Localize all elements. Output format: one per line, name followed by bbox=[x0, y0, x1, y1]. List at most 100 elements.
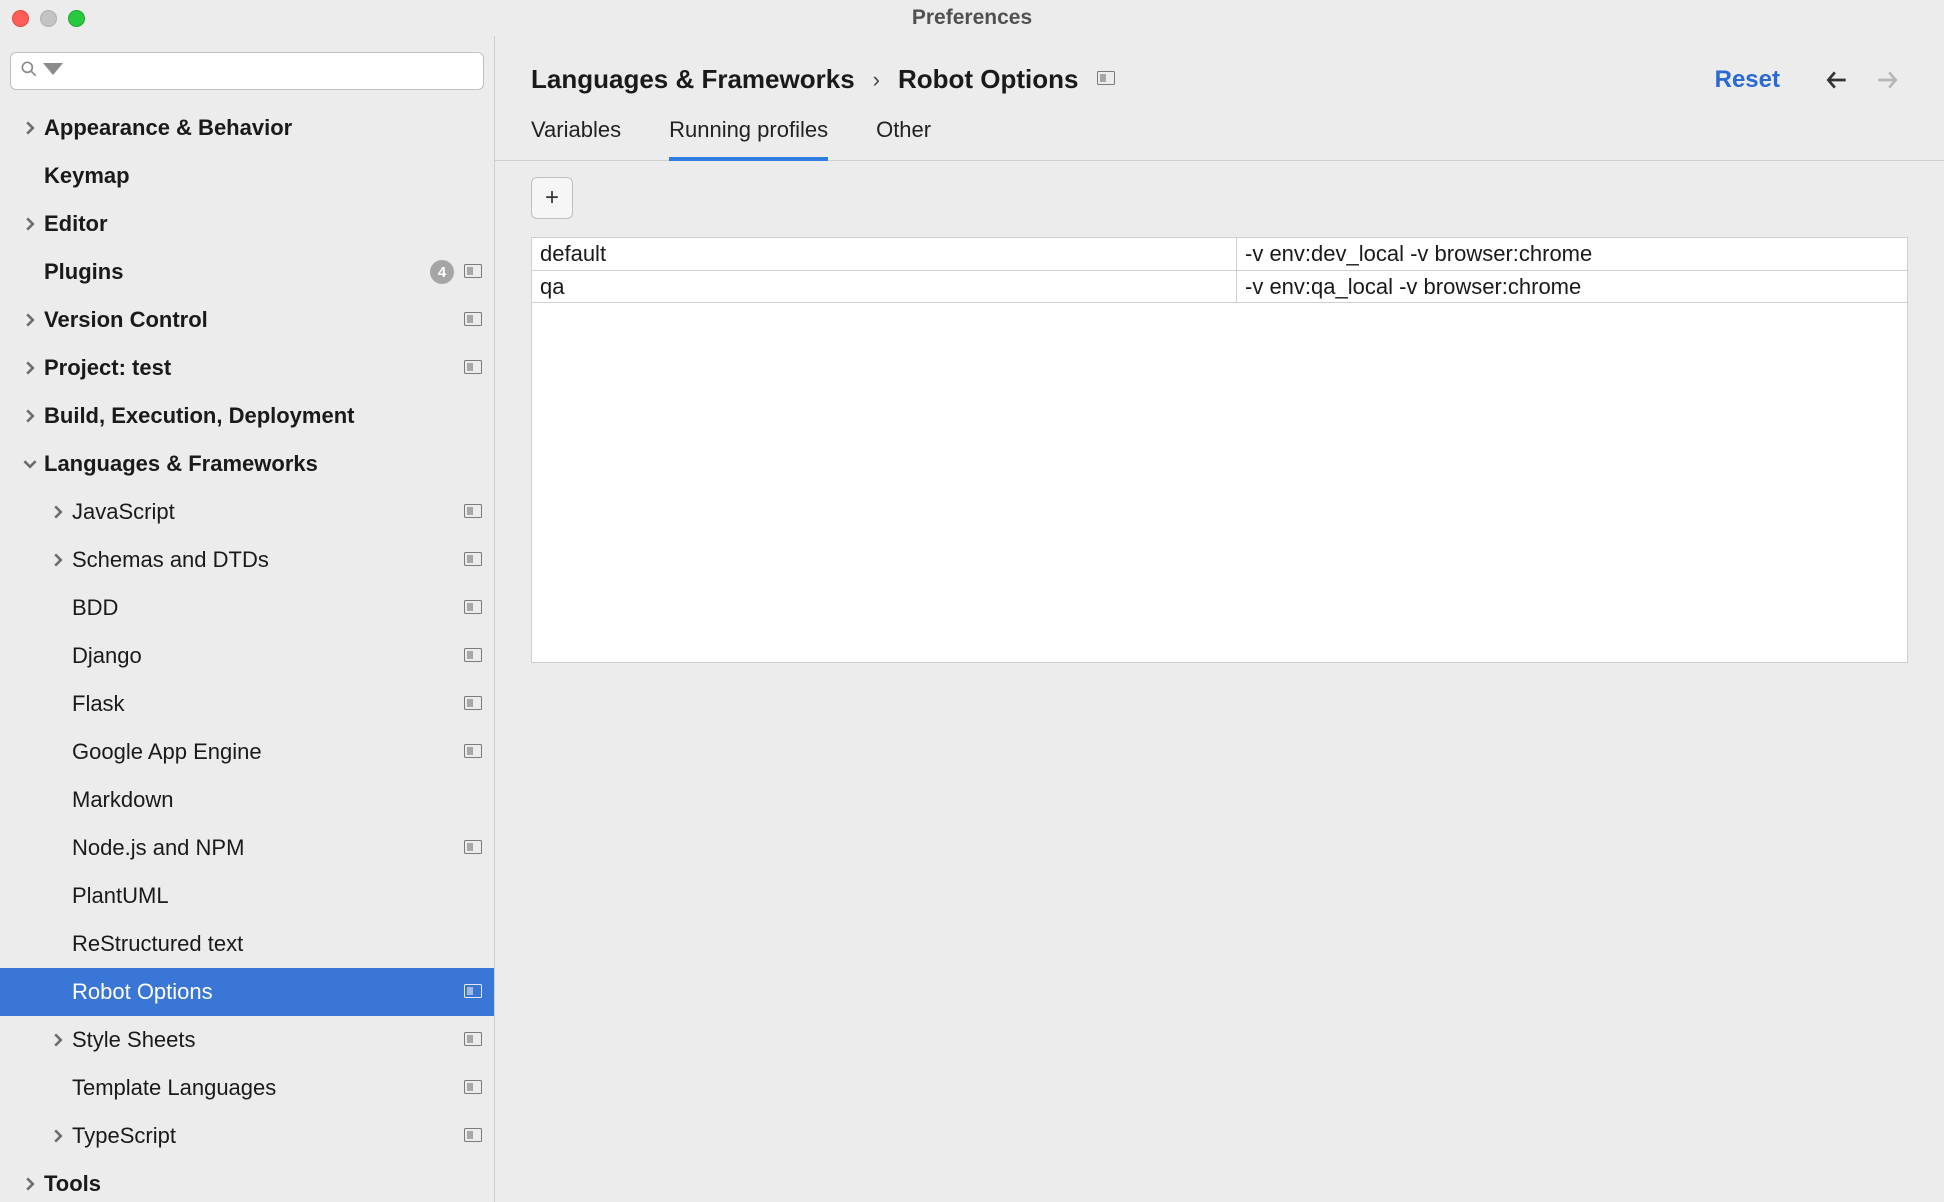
search-dropdown-icon[interactable] bbox=[43, 59, 63, 84]
tree-item-label: Keymap bbox=[44, 163, 482, 189]
window-controls bbox=[12, 10, 85, 27]
project-scope-icon bbox=[464, 502, 482, 523]
project-scope-icon bbox=[464, 358, 482, 379]
profile-name-cell[interactable]: qa bbox=[532, 271, 1237, 302]
tree-item-label: Django bbox=[72, 643, 464, 669]
chevron-right-icon[interactable] bbox=[44, 505, 72, 519]
settings-tree[interactable]: Appearance & BehaviorKeymapEditorPlugins… bbox=[0, 100, 494, 1202]
window-close-button[interactable] bbox=[12, 10, 29, 27]
tab-running-profiles[interactable]: Running profiles bbox=[669, 117, 828, 161]
chevron-right-icon[interactable] bbox=[44, 1129, 72, 1143]
tree-item-label: Plugins bbox=[44, 259, 430, 285]
tree-item-label: Robot Options bbox=[72, 979, 464, 1005]
tree-item-label: Markdown bbox=[72, 787, 482, 813]
project-scope-icon bbox=[464, 1030, 482, 1051]
tree-item-label: Template Languages bbox=[72, 1075, 464, 1101]
tree-item-label: Languages & Frameworks bbox=[44, 451, 482, 477]
tree-item-schemas-and-dtds[interactable]: Schemas and DTDs bbox=[0, 536, 494, 584]
chevron-right-icon[interactable] bbox=[16, 1177, 44, 1191]
tree-item-markdown[interactable]: Markdown bbox=[0, 776, 494, 824]
tree-item-label: Style Sheets bbox=[72, 1027, 464, 1053]
tree-item-label: PlantUML bbox=[72, 883, 482, 909]
chevron-right-icon[interactable] bbox=[44, 1033, 72, 1047]
chevron-right-icon[interactable] bbox=[16, 217, 44, 231]
tree-item-robot-options[interactable]: Robot Options bbox=[0, 968, 494, 1016]
tree-item-languages-frameworks[interactable]: Languages & Frameworks bbox=[0, 440, 494, 488]
project-scope-icon bbox=[464, 310, 482, 331]
window-minimize-button[interactable] bbox=[40, 10, 57, 27]
tree-item-flask[interactable]: Flask bbox=[0, 680, 494, 728]
preferences-window: Preferences Appearance & B bbox=[0, 0, 1944, 1202]
tree-item-keymap[interactable]: Keymap bbox=[0, 152, 494, 200]
search-field[interactable] bbox=[10, 52, 484, 90]
tree-item-restructured-text[interactable]: ReStructured text bbox=[0, 920, 494, 968]
tree-item-editor[interactable]: Editor bbox=[0, 200, 494, 248]
window-title: Preferences bbox=[912, 6, 1032, 30]
chevron-right-icon[interactable] bbox=[16, 361, 44, 375]
search-input[interactable] bbox=[67, 61, 475, 82]
chevron-right-icon[interactable] bbox=[16, 313, 44, 327]
project-scope-icon bbox=[464, 1078, 482, 1099]
profile-args-cell[interactable]: -v env:dev_local -v browser:chrome bbox=[1237, 238, 1907, 270]
project-scope-icon bbox=[464, 550, 482, 571]
tree-item-version-control[interactable]: Version Control bbox=[0, 296, 494, 344]
nav-forward-button bbox=[1872, 65, 1902, 95]
project-scope-icon bbox=[464, 598, 482, 619]
project-scope-icon bbox=[464, 742, 482, 763]
chevron-down-icon[interactable] bbox=[16, 457, 44, 471]
tree-item-label: Appearance & Behavior bbox=[44, 115, 482, 141]
profile-args-cell[interactable]: -v env:qa_local -v browser:chrome bbox=[1237, 271, 1907, 302]
tree-item-plantuml[interactable]: PlantUML bbox=[0, 872, 494, 920]
reset-button[interactable]: Reset bbox=[1715, 66, 1780, 94]
add-profile-button[interactable]: + bbox=[531, 177, 573, 219]
tree-item-bdd[interactable]: BDD bbox=[0, 584, 494, 632]
window-zoom-button[interactable] bbox=[68, 10, 85, 27]
tree-item-javascript[interactable]: JavaScript bbox=[0, 488, 494, 536]
tree-item-label: Flask bbox=[72, 691, 464, 717]
chevron-right-icon[interactable] bbox=[16, 121, 44, 135]
chevron-right-icon[interactable] bbox=[44, 553, 72, 567]
breadcrumb-parent[interactable]: Languages & Frameworks bbox=[531, 64, 855, 95]
nav-arrows bbox=[1822, 65, 1902, 95]
project-scope-icon bbox=[464, 838, 482, 859]
profiles-table[interactable]: default-v env:dev_local -v browser:chrom… bbox=[531, 237, 1908, 303]
tree-item-style-sheets[interactable]: Style Sheets bbox=[0, 1016, 494, 1064]
titlebar: Preferences bbox=[0, 0, 1944, 36]
table-row[interactable]: default-v env:dev_local -v browser:chrom… bbox=[532, 238, 1907, 270]
profile-name-cell[interactable]: default bbox=[532, 238, 1237, 270]
tree-item-label: Node.js and NPM bbox=[72, 835, 464, 861]
tree-item-plugins[interactable]: Plugins4 bbox=[0, 248, 494, 296]
breadcrumb: Languages & Frameworks › Robot Options bbox=[531, 64, 1697, 95]
search-container bbox=[0, 44, 494, 100]
tab-panel-running-profiles: + default-v env:dev_local -v browser:chr… bbox=[495, 161, 1944, 1202]
table-row[interactable]: qa-v env:qa_local -v browser:chrome bbox=[532, 270, 1907, 302]
tree-item-label: TypeScript bbox=[72, 1123, 464, 1149]
tabs: Variables Running profiles Other bbox=[495, 95, 1944, 161]
project-scope-icon bbox=[464, 262, 482, 283]
tree-item-django[interactable]: Django bbox=[0, 632, 494, 680]
tree-item-project-test[interactable]: Project: test bbox=[0, 344, 494, 392]
plus-icon: + bbox=[545, 184, 559, 212]
tree-item-label: BDD bbox=[72, 595, 464, 621]
breadcrumb-current: Robot Options bbox=[898, 64, 1079, 95]
profiles-table-body-empty[interactable] bbox=[531, 303, 1908, 663]
tree-item-label: ReStructured text bbox=[72, 931, 482, 957]
tree-item-template-languages[interactable]: Template Languages bbox=[0, 1064, 494, 1112]
tree-item-label: JavaScript bbox=[72, 499, 464, 525]
tree-item-build-execution-deployment[interactable]: Build, Execution, Deployment bbox=[0, 392, 494, 440]
chevron-right-icon: › bbox=[873, 67, 880, 93]
tree-item-tools[interactable]: Tools bbox=[0, 1160, 494, 1202]
tree-item-label: Project: test bbox=[44, 355, 464, 381]
chevron-right-icon[interactable] bbox=[16, 409, 44, 423]
project-scope-icon bbox=[464, 646, 482, 667]
tree-item-typescript[interactable]: TypeScript bbox=[0, 1112, 494, 1160]
tree-item-appearance-behavior[interactable]: Appearance & Behavior bbox=[0, 104, 494, 152]
tree-item-google-app-engine[interactable]: Google App Engine bbox=[0, 728, 494, 776]
project-scope-icon bbox=[1097, 69, 1115, 90]
update-count-badge: 4 bbox=[430, 260, 454, 284]
nav-back-button[interactable] bbox=[1822, 65, 1852, 95]
tab-variables[interactable]: Variables bbox=[531, 117, 621, 161]
tree-item-node-js-and-npm[interactable]: Node.js and NPM bbox=[0, 824, 494, 872]
tree-item-label: Tools bbox=[44, 1171, 482, 1197]
tab-other[interactable]: Other bbox=[876, 117, 931, 161]
